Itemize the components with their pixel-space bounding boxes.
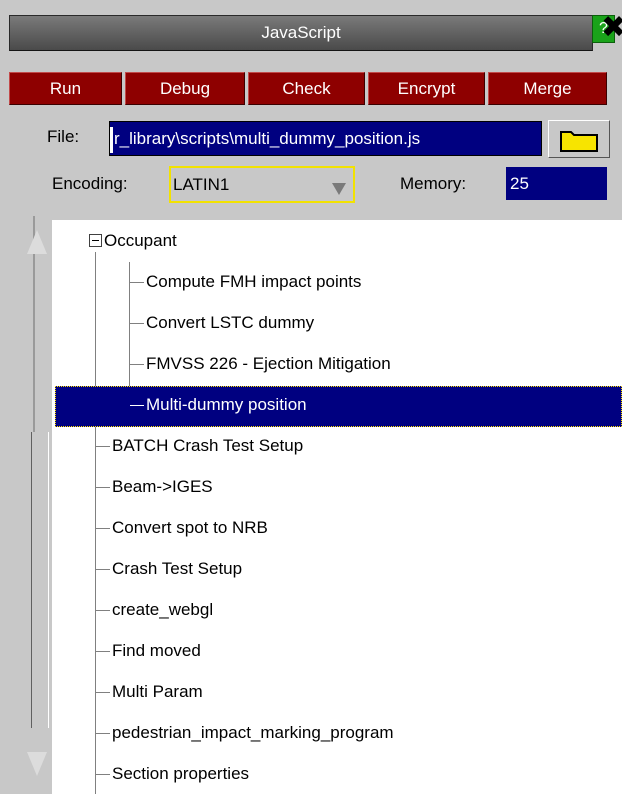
tree-connector xyxy=(96,610,110,611)
tree-connector xyxy=(96,733,110,734)
browse-folder-button[interactable] xyxy=(548,120,610,158)
dropdown-icon[interactable] xyxy=(332,183,346,195)
tree-connector xyxy=(96,692,110,693)
file-path-field[interactable]: r_library\scripts\multi_dummy_position.j… xyxy=(109,121,542,156)
tree-item[interactable]: Convert spot to NRB xyxy=(112,516,268,540)
file-path-value: r_library\scripts\multi_dummy_position.j… xyxy=(114,129,421,148)
close-icon[interactable]: ✖ xyxy=(601,13,622,43)
tree-item[interactable]: BATCH Crash Test Setup xyxy=(112,434,303,458)
text-caret xyxy=(110,126,113,153)
tree-connector xyxy=(96,528,110,529)
tree-item[interactable]: Crash Test Setup xyxy=(112,557,242,581)
debug-button[interactable]: Debug xyxy=(125,72,245,105)
tree-connector xyxy=(96,774,110,775)
folder-icon xyxy=(560,131,598,152)
run-button[interactable]: Run xyxy=(9,72,122,105)
title-bar[interactable]: JavaScript xyxy=(9,15,593,51)
tree-connector xyxy=(96,446,110,447)
tree-item[interactable]: FMVSS 226 - Ejection Mitigation xyxy=(146,352,391,376)
encoding-label: Encoding: xyxy=(52,174,128,193)
encoding-value: LATIN1 xyxy=(173,175,230,194)
tree-connector xyxy=(130,364,144,365)
tree-connector xyxy=(96,569,110,570)
tree-group-occupant[interactable]: Occupant xyxy=(104,229,177,253)
toolbar: Run Debug Check Encrypt Merge xyxy=(9,72,607,105)
window-title: JavaScript xyxy=(261,23,341,42)
encoding-dropdown[interactable]: LATIN1 xyxy=(169,166,355,203)
tree-connector xyxy=(130,405,144,406)
selected-tree-row[interactable] xyxy=(55,386,622,427)
tree-connector xyxy=(96,487,110,488)
tree-item[interactable]: Compute FMH impact points xyxy=(146,270,361,294)
tree-item[interactable]: Find moved xyxy=(112,639,201,663)
expand-collapse-icon[interactable] xyxy=(89,234,102,247)
merge-button[interactable]: Merge xyxy=(488,72,607,105)
file-label: File: xyxy=(47,127,80,146)
encrypt-button[interactable]: Encrypt xyxy=(368,72,485,105)
tree-item-selected[interactable]: Multi-dummy position xyxy=(146,393,307,417)
tree-connector xyxy=(130,323,144,324)
tree-background xyxy=(52,220,622,794)
tree-item[interactable]: pedestrian_impact_marking_program xyxy=(112,721,394,745)
tree-connector xyxy=(130,282,144,283)
script-tree xyxy=(0,220,622,794)
tree-root-line xyxy=(95,252,96,794)
scrollbar-thumb[interactable] xyxy=(31,432,49,728)
tree-item[interactable]: Multi Param xyxy=(112,680,203,704)
tree-item[interactable]: Convert LSTC dummy xyxy=(146,311,314,335)
tree-group-line xyxy=(129,262,130,406)
scroll-down-icon[interactable] xyxy=(27,752,47,776)
check-button[interactable]: Check xyxy=(248,72,365,105)
tree-item[interactable]: Section properties xyxy=(112,762,249,786)
tree-item[interactable]: Beam->IGES xyxy=(112,475,213,499)
memory-field[interactable]: 25 xyxy=(506,167,607,200)
tree-item[interactable]: create_webgl xyxy=(112,598,213,622)
memory-label: Memory: xyxy=(400,174,467,193)
tree-connector xyxy=(96,651,110,652)
scroll-up-icon[interactable] xyxy=(27,230,47,254)
